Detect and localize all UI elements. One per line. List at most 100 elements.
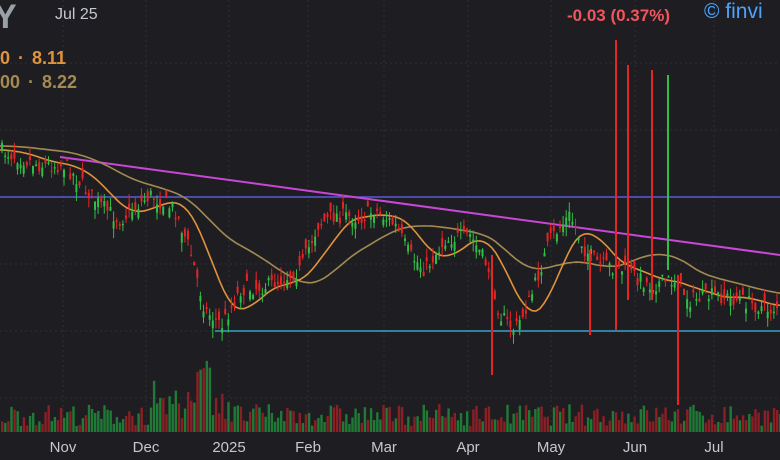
candle-body (360, 216, 363, 223)
volume-bar (652, 421, 655, 432)
volume-bar (94, 412, 97, 432)
volume-bar (19, 425, 22, 432)
volume-bar (357, 413, 360, 432)
candle-body (326, 213, 329, 218)
candle-body (351, 222, 354, 227)
candle-body (776, 301, 778, 308)
candle-body (143, 200, 146, 202)
volume-bar (549, 425, 553, 432)
candle-body (35, 164, 38, 167)
volume-bar (236, 405, 239, 432)
candle-body (466, 228, 468, 233)
volume-bar (487, 406, 491, 432)
candle-body (50, 170, 53, 173)
volume-bar (227, 402, 230, 432)
volume-bar (255, 404, 258, 432)
volume-bar (261, 412, 264, 432)
candle-body (348, 212, 351, 217)
candle-body (171, 203, 174, 208)
candle-body (397, 227, 400, 231)
brand-logo[interactable]: © finvi (704, 0, 763, 24)
candle-body (605, 252, 608, 261)
volume-bar (751, 416, 754, 432)
volume-bar (661, 413, 664, 432)
volume-bar (128, 411, 131, 432)
volume-bar (156, 403, 159, 432)
candle-body (639, 273, 642, 282)
candle-body (583, 246, 586, 257)
volume-bar (664, 407, 667, 432)
volume-bar (701, 415, 704, 432)
candle-body (462, 225, 465, 230)
candle-body (342, 201, 344, 209)
candle-body (673, 282, 676, 288)
candle-body (280, 276, 282, 285)
candle-body (53, 167, 56, 169)
candle-body (562, 224, 565, 233)
candle-body (624, 255, 627, 264)
candle-body (4, 155, 7, 158)
volume-bar (683, 420, 686, 432)
candle-body (441, 238, 444, 248)
volume-bar (242, 420, 246, 432)
candle-body (283, 281, 286, 284)
volume-bars (1, 360, 780, 432)
volume-bar (338, 408, 342, 432)
candle-body (345, 212, 348, 220)
volume-bar (453, 412, 456, 432)
candle-body (497, 313, 499, 315)
candle-body (608, 263, 611, 267)
candle-body (125, 215, 127, 219)
candle-body (168, 208, 171, 218)
volume-bar (419, 420, 422, 432)
candle-body (751, 300, 754, 304)
candle-body (292, 271, 295, 281)
volume-bar (187, 391, 190, 432)
volume-bar (518, 405, 522, 432)
candle-body (683, 288, 685, 295)
candle-body (261, 293, 264, 296)
volume-bar (174, 390, 177, 432)
candle-body (94, 201, 96, 210)
candle-body (1, 142, 3, 152)
candle-body (720, 293, 723, 304)
candle-body (655, 291, 658, 295)
volume-bar (100, 418, 103, 432)
volume-bar (137, 413, 140, 432)
candle-body (208, 315, 211, 320)
candle-body (230, 306, 233, 308)
candle-body (664, 279, 667, 282)
price-chart[interactable]: Nov Dec 2025 Feb Mar Apr May Jun Jul (0, 0, 780, 460)
candle-body (679, 273, 682, 282)
volume-bar (441, 416, 444, 432)
candle-body (75, 184, 78, 192)
volume-bar (354, 408, 357, 432)
candle-body (416, 262, 419, 270)
volume-bar (84, 415, 88, 432)
volume-bar (422, 404, 425, 432)
volume-bar (149, 407, 153, 432)
volume-bar (624, 423, 627, 432)
candle-body (16, 163, 19, 170)
volume-bar (515, 412, 518, 432)
moving-average-fast: 0 · 8.11 (0, 48, 66, 69)
volume-bar (748, 413, 751, 432)
candle-body (180, 233, 183, 243)
x-tick-label: May (537, 439, 566, 456)
candle-body (366, 201, 369, 207)
volume-bar (673, 411, 677, 432)
volume-bar (456, 420, 460, 432)
volume-bar (270, 412, 274, 432)
candle-body (59, 163, 62, 167)
volume-bar (152, 380, 156, 432)
volume-bar (723, 407, 726, 432)
candle-body (273, 282, 276, 288)
candle-body (47, 162, 50, 164)
volume-bar (280, 410, 283, 432)
candle-body (484, 259, 487, 265)
candle-body (391, 217, 394, 225)
candle-body (493, 290, 496, 300)
volume-bar (295, 423, 298, 432)
volume-bar (391, 421, 394, 432)
candle-body (323, 213, 326, 222)
